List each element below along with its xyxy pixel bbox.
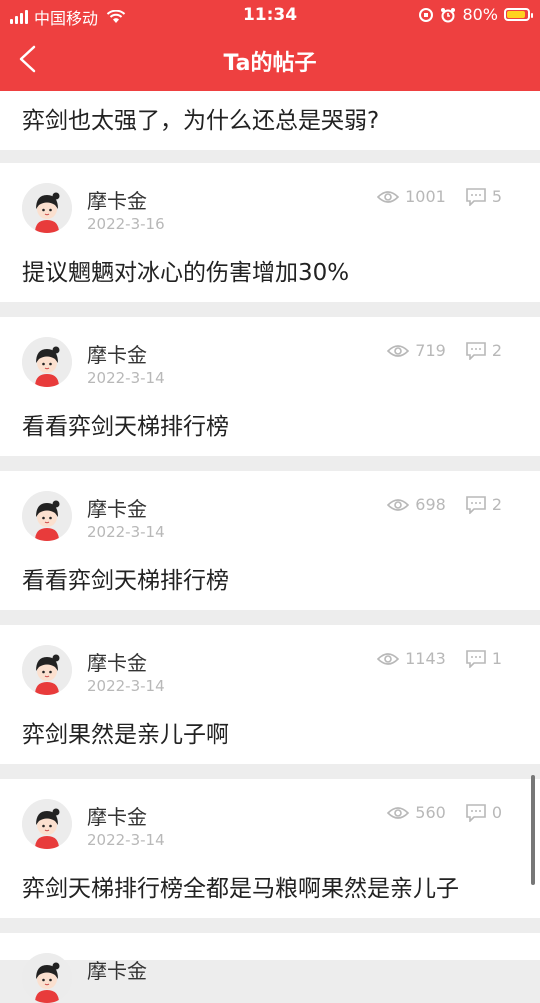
scrollbar[interactable] <box>531 775 535 885</box>
post-card[interactable]: 摩卡金 2022-3-14 719 2 看看弈剑天梯排行榜 <box>0 317 540 456</box>
view-count: 1143 <box>405 649 446 668</box>
eye-icon <box>377 190 400 203</box>
post-title: 看看弈剑天梯排行榜 <box>22 414 229 440</box>
comment-count: 2 <box>491 495 502 514</box>
author-name: 摩卡金 <box>87 343 147 367</box>
comment-icon <box>466 649 486 668</box>
post-card[interactable]: 摩卡金 2022-3-14 1143 1 弈剑果然是亲儿子啊 <box>0 625 540 764</box>
post-title: 弈剑天梯排行榜全都是马粮啊果然是亲儿子 <box>22 876 459 902</box>
eye-icon <box>387 498 410 511</box>
orientation-lock-icon <box>419 7 434 22</box>
author-name: 摩卡金 <box>87 959 147 983</box>
post-card[interactable]: 摩卡金 2022-3-14 560 0 弈剑天梯排行榜全都是马粮啊果然是亲儿子 <box>0 779 540 918</box>
view-count: 560 <box>415 803 446 822</box>
post-title: 弈剑果然是亲儿子啊 <box>22 722 229 748</box>
eye-icon <box>377 652 400 665</box>
eye-icon <box>387 806 410 819</box>
status-bar: 中国移动 11:34 80% <box>0 0 540 30</box>
post-stats: 1001 5 <box>377 187 502 206</box>
author-name: 摩卡金 <box>87 189 147 213</box>
avatar <box>22 953 72 1003</box>
eye-icon <box>387 344 410 357</box>
post-card[interactable]: 摩卡金 2022-3-16 1001 5 提议魍魉对冰心的伤害增加30% <box>0 163 540 302</box>
comment-count: 2 <box>491 341 502 360</box>
post-stats: 698 2 <box>387 495 502 514</box>
comment-count: 1 <box>491 649 502 668</box>
post-date: 2022-3-14 <box>87 369 165 387</box>
user-face-icon <box>22 183 72 233</box>
avatar <box>22 645 72 695</box>
app-header: 中国移动 11:34 80% Ta的帖子 <box>0 0 540 91</box>
avatar <box>22 491 72 541</box>
post-date: 2022-3-14 <box>87 523 165 541</box>
comment-icon <box>466 495 486 514</box>
comment-icon <box>466 341 486 360</box>
list-item[interactable]: 弈剑也太强了，为什么还总是哭弱? <box>0 91 540 150</box>
view-count: 698 <box>415 495 446 514</box>
page-title: Ta的帖子 <box>223 51 317 76</box>
post-title: 弈剑也太强了，为什么还总是哭弱? <box>22 108 380 134</box>
comment-icon <box>466 803 486 822</box>
user-face-icon <box>22 799 72 849</box>
post-title: 提议魍魉对冰心的伤害增加30% <box>22 260 350 286</box>
comment-count: 0 <box>491 803 502 822</box>
avatar <box>22 337 72 387</box>
alarm-icon <box>441 7 456 22</box>
post-date: 2022-3-14 <box>87 831 165 849</box>
comment-icon <box>466 187 486 206</box>
battery-percent: 80% <box>462 5 498 24</box>
user-face-icon <box>22 953 72 1003</box>
view-count: 719 <box>415 341 446 360</box>
user-face-icon <box>22 491 72 541</box>
author-name: 摩卡金 <box>87 651 147 675</box>
avatar <box>22 183 72 233</box>
post-stats: 1143 1 <box>377 649 502 668</box>
view-count: 1001 <box>405 187 446 206</box>
post-date: 2022-3-14 <box>87 677 165 695</box>
post-stats: 719 2 <box>387 341 502 360</box>
user-face-icon <box>22 645 72 695</box>
post-stats: 560 0 <box>387 803 502 822</box>
avatar <box>22 799 72 849</box>
user-face-icon <box>22 337 72 387</box>
post-title: 看看弈剑天梯排行榜 <box>22 568 229 594</box>
battery-icon <box>504 8 533 21</box>
author-name: 摩卡金 <box>87 497 147 521</box>
post-date: 2022-3-16 <box>87 215 165 233</box>
post-card[interactable]: 摩卡金 <box>0 933 540 1003</box>
comment-count: 5 <box>491 187 502 206</box>
post-card[interactable]: 摩卡金 2022-3-14 698 2 看看弈剑天梯排行榜 <box>0 471 540 610</box>
author-name: 摩卡金 <box>87 805 147 829</box>
